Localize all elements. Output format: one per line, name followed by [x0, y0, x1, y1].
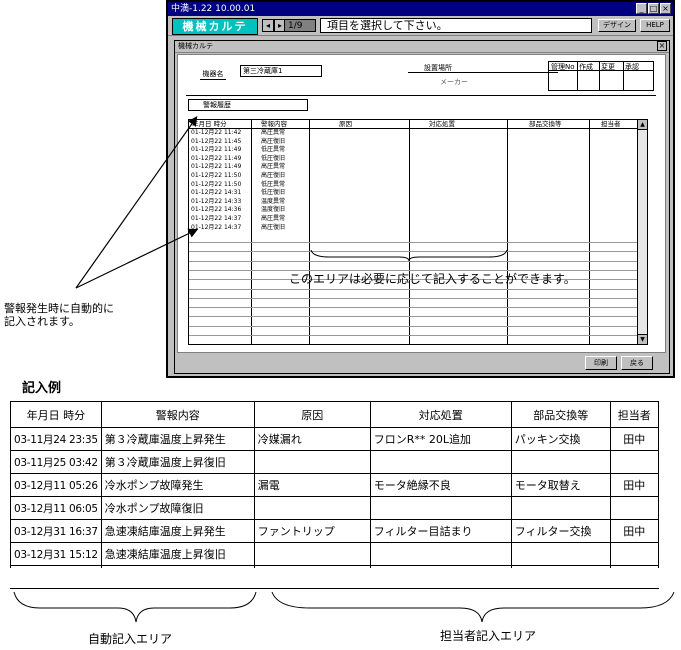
example-header-action: 対応処置 [369, 401, 512, 428]
example-cell-staff: 田中 [609, 519, 659, 543]
example-row: 03-11月24 23:35 第３冷蔵庫温度上昇発生 冷媒漏れ フロンR** 20L追… [10, 427, 659, 451]
example-cell-action [369, 542, 512, 566]
example-cell-staff [609, 450, 659, 474]
example-cell-cause [253, 542, 371, 566]
example-cell-cause: 漏電 [253, 473, 371, 497]
example-cell-datetime: 03-12月31 15:12 [10, 542, 102, 566]
example-title: 記入例 [22, 381, 62, 396]
example-cell-datetime: 03-12月11 06:05 [10, 496, 102, 520]
example-cell-parts [510, 450, 611, 474]
example-cell-datetime: 03-12月11 05:26 [10, 473, 102, 497]
example-cell-alarm: 冷水ポンプ故障復旧 [100, 496, 255, 520]
area-braces [13, 591, 675, 623]
example-cell-staff: 田中 [609, 473, 659, 497]
example-row: 03-12月11 06:05 冷水ポンプ故障復旧 [10, 496, 659, 520]
example-cell-datetime: 03-11月25 03:42 [10, 450, 102, 474]
example-body: 03-11月24 23:35 第３冷蔵庫温度上昇発生 冷媒漏れ フロンR** 20L追… [10, 427, 659, 589]
example-row: 03-12月31 15:12 急速凍結庫温度上昇復旧 [10, 542, 659, 566]
example-table: 年月日 時分 警報内容 原因 対応処置 部品交換等 担当者 03-11月24 2… [10, 401, 659, 589]
example-cell-parts: パッキン交換 [510, 427, 611, 451]
example-header-row: 年月日 時分 警報内容 原因 対応処置 部品交換等 担当者 [10, 401, 659, 428]
example-cell-action: フロンR** 20L追加 [369, 427, 512, 451]
example-cell-action [369, 450, 512, 474]
staff-area-label: 担当者記入エリア [440, 629, 537, 643]
example-cell-action: フィルター目詰まり [369, 519, 512, 543]
example-cell-datetime: 03-12月31 16:37 [10, 519, 102, 543]
auto-area-label: 自動記入エリア [88, 632, 173, 646]
example-header-cause: 原因 [253, 401, 371, 428]
example-cell-staff: 田中 [609, 427, 659, 451]
example-cell-alarm: 急速凍結庫温度上昇復旧 [100, 542, 255, 566]
example-cell-staff [609, 496, 659, 520]
example-cell-parts: モータ取替え [510, 473, 611, 497]
example-cell-parts [510, 542, 611, 566]
example-row: 03-12月11 05:26 冷水ポンプ故障発生 漏電 モータ絶縁不良 モータ取替え 田中 [10, 473, 659, 497]
example-header-parts: 部品交換等 [510, 401, 611, 428]
example-cell-cause: ファントリップ [253, 519, 371, 543]
example-cell-alarm: 冷水ポンプ故障発生 [100, 473, 255, 497]
annotation-line-2: 記入されます。 [4, 315, 80, 328]
example-header-datetime: 年月日 時分 [10, 401, 102, 428]
example-cell-parts [510, 496, 611, 520]
example-cell-alarm: 急速凍結庫温度上昇発生 [100, 519, 255, 543]
example-cell-alarm: 第３冷蔵庫温度上昇復旧 [100, 450, 255, 474]
auto-entry-annotation: 警報発生時に自動的に 記入されます。 [4, 302, 114, 328]
example-cell-staff [609, 542, 659, 566]
example-cell-datetime: 03-11月24 23:35 [10, 427, 102, 451]
example-row: 03-12月31 16:37 急速凍結庫温度上昇発生 ファントリップ フィルター目詰ま… [10, 519, 659, 543]
example-cell-parts: フィルター交換 [510, 519, 611, 543]
annotation-line-1: 警報発生時に自動的に [4, 302, 114, 315]
example-row: 03-11月25 03:42 第３冷蔵庫温度上昇復旧 [10, 450, 659, 474]
example-cell-action: モータ絶縁不良 [369, 473, 512, 497]
example-cell-cause [253, 450, 371, 474]
torn-edge-mask [0, 568, 681, 588]
example-cell-cause [253, 496, 371, 520]
example-cell-alarm: 第３冷蔵庫温度上昇発生 [100, 427, 255, 451]
example-header-staff: 担当者 [609, 401, 659, 428]
example-cell-cause: 冷媒漏れ [253, 427, 371, 451]
example-header-alarm: 警報内容 [100, 401, 255, 428]
example-cell-action [369, 496, 512, 520]
